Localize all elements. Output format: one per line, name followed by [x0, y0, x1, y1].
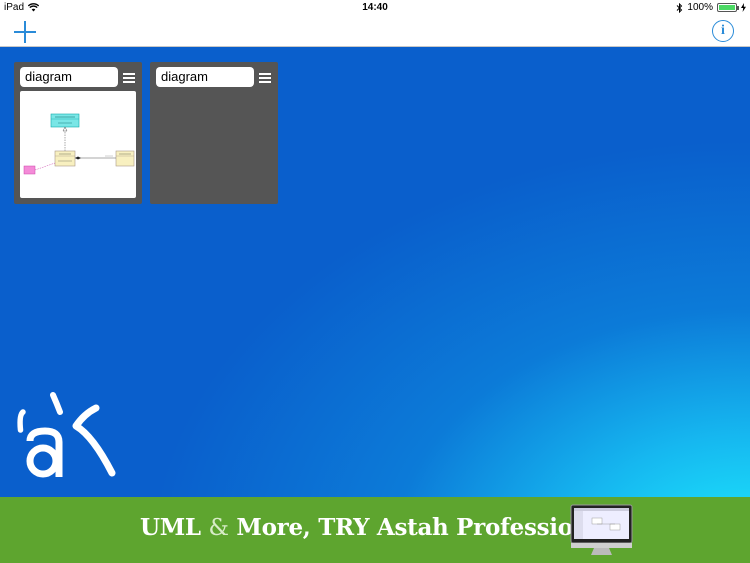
hamburger-menu-icon[interactable]: [259, 73, 271, 83]
banner-text-uml: UML: [140, 514, 201, 541]
class-diagram-preview: [23, 113, 135, 175]
hamburger-menu-icon[interactable]: [123, 73, 135, 83]
diagram-title[interactable]: diagram: [156, 67, 254, 87]
info-button[interactable]: i: [712, 20, 734, 42]
charging-icon: [741, 3, 746, 12]
battery-icon: [717, 3, 739, 12]
status-right: 100%: [676, 2, 746, 13]
diagram-thumbnail[interactable]: [20, 91, 136, 198]
diagram-card[interactable]: diagram: [14, 62, 142, 204]
battery-fill: [719, 5, 735, 10]
battery-percent: 100%: [687, 2, 713, 13]
status-time: 14:40: [362, 2, 388, 13]
banner-text-rest: More, TRY Astah Professional: [236, 514, 613, 541]
astah-logo: [16, 392, 116, 487]
bluetooth-icon: [677, 2, 683, 13]
add-diagram-button[interactable]: [12, 19, 38, 45]
banner-text: UML & More, TRY Astah Professional: [140, 514, 613, 541]
nav-bar: i: [0, 16, 750, 47]
diagram-title[interactable]: diagram: [20, 67, 118, 87]
diagram-card[interactable]: diagram: [150, 62, 278, 204]
promo-banner[interactable]: UML & More, TRY Astah Professional: [0, 497, 750, 563]
monitor-icon: [570, 504, 633, 555]
banner-ampersand: &: [208, 515, 229, 541]
status-bar: iPad 14:40 100%: [0, 0, 750, 16]
